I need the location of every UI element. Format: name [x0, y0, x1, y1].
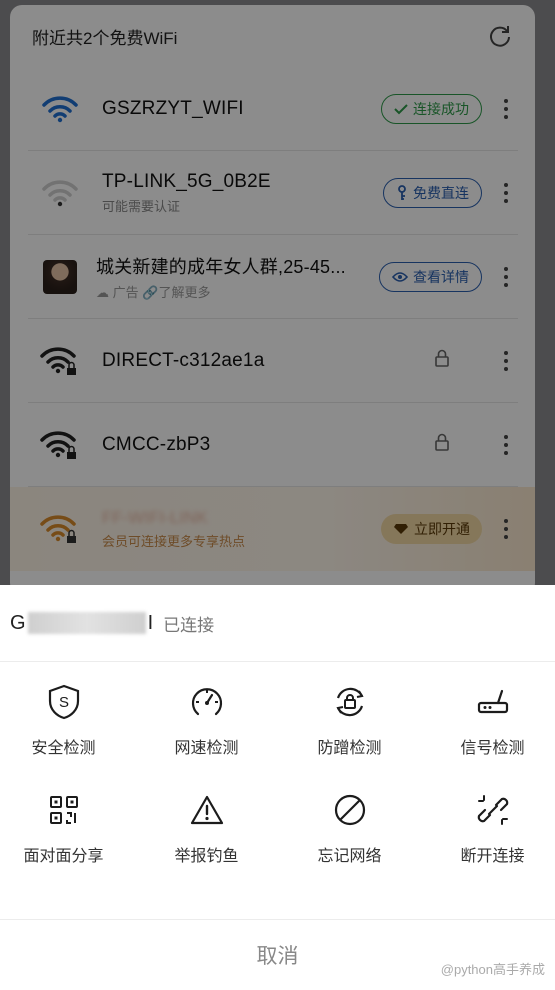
router-icon [473, 682, 513, 722]
connected-ssid: GI [10, 611, 154, 635]
bottom-action-sheet: GI 已连接 S 安全检测 网速检测 防蹭检测 信号检测 面对面分享 举报钓鱼 [0, 585, 555, 990]
action-label: 面对面分享 [23, 848, 104, 865]
cancel-button[interactable]: 取消 [0, 919, 555, 990]
action-label: 断开连接 [460, 848, 525, 865]
broken-link-icon [473, 790, 513, 830]
speed-test-button[interactable]: 网速检测 [135, 682, 278, 790]
sheet-header: GI 已连接 [0, 585, 555, 662]
modal-overlay[interactable] [0, 0, 555, 585]
action-label: 信号检测 [460, 740, 525, 757]
action-label: 网速检测 [174, 740, 239, 757]
action-grid: S 安全检测 网速检测 防蹭检测 信号检测 面对面分享 举报钓鱼 忘记网络 断开… [0, 682, 555, 898]
action-label: 防蹭检测 [317, 740, 382, 757]
face-to-face-share-button[interactable]: 面对面分享 [0, 790, 135, 898]
svg-text:S: S [58, 694, 68, 711]
cancel-label: 取消 [256, 945, 299, 968]
signal-check-button[interactable]: 信号检测 [421, 682, 555, 790]
action-label: 忘记网络 [317, 848, 382, 865]
ssid-redaction [27, 612, 146, 635]
forbidden-icon [330, 790, 370, 830]
action-label: 安全检测 [31, 740, 96, 757]
speedometer-icon [187, 682, 227, 722]
warning-icon [187, 790, 227, 830]
disconnect-button[interactable]: 断开连接 [421, 790, 555, 898]
connection-status: 已连接 [163, 615, 215, 635]
anti-leech-lock-icon [330, 682, 370, 722]
anti-leech-check-button[interactable]: 防蹭检测 [278, 682, 421, 790]
watermark: @python高手养成 [440, 962, 545, 977]
report-phishing-button[interactable]: 举报钓鱼 [135, 790, 278, 898]
forget-network-button[interactable]: 忘记网络 [278, 790, 421, 898]
shield-s-icon: S [44, 682, 84, 722]
qr-code-icon [44, 790, 84, 830]
security-check-button[interactable]: S 安全检测 [0, 682, 135, 790]
action-label: 举报钓鱼 [174, 848, 239, 865]
